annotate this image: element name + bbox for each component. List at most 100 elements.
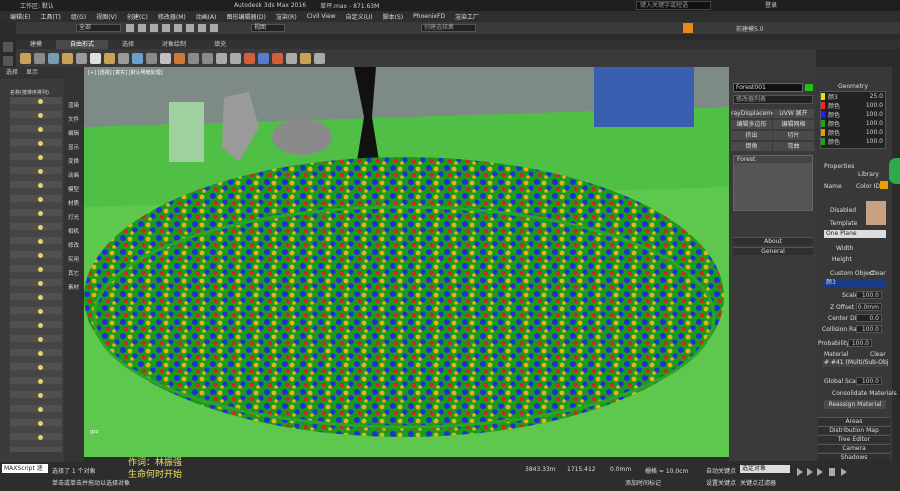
light-bulb-icon[interactable] xyxy=(38,99,43,104)
phoenix-icon[interactable] xyxy=(244,52,255,64)
torus-icon[interactable] xyxy=(104,52,115,64)
key-filters-button[interactable]: 关键点过滤器 xyxy=(740,478,776,487)
shape-icon[interactable] xyxy=(20,52,31,64)
menu-views[interactable]: 视图(V) xyxy=(96,12,117,21)
scale-field[interactable]: 100.0 xyxy=(856,291,882,299)
general-rollout[interactable]: General xyxy=(733,247,813,255)
key-selection-dropdown[interactable]: 选定对象 xyxy=(740,465,790,473)
geometry-row-value[interactable]: 100.0 xyxy=(866,129,883,136)
light-bulb-icon[interactable] xyxy=(38,127,43,132)
play-icon[interactable] xyxy=(216,52,227,64)
menu-modifiers[interactable]: 修改器(M) xyxy=(158,12,186,21)
menu-render-farm[interactable]: 渲染工厂 xyxy=(455,12,479,21)
light-icon[interactable] xyxy=(174,52,185,64)
cmd-other[interactable]: 其它 xyxy=(65,269,82,277)
maxscript-listener[interactable]: MAXScript 迷 xyxy=(2,464,48,473)
menu-edit[interactable]: 编辑(E) xyxy=(10,12,30,21)
selection-filter-dropdown[interactable]: 全部 xyxy=(76,24,121,32)
menu-tools[interactable]: 工具(T) xyxy=(40,12,60,21)
light-bulb-icon[interactable] xyxy=(38,267,43,272)
auto-key-button[interactable]: 自动关键点 xyxy=(706,466,736,475)
template-thumbnail[interactable] xyxy=(866,201,886,225)
areas-rollout[interactable]: Areas xyxy=(818,417,890,425)
light-bulb-icon[interactable] xyxy=(38,309,43,314)
stop-icon[interactable] xyxy=(230,52,241,64)
about-rollout[interactable]: About xyxy=(733,237,813,245)
material-clear-button[interactable]: Clear xyxy=(870,351,886,358)
geometry-row-name[interactable]: 颜3 xyxy=(828,92,838,101)
distribution-map-rollout[interactable]: Distribution Map xyxy=(818,426,890,434)
light-bulb-icon[interactable] xyxy=(38,351,43,356)
modifier-button-uvw[interactable]: UVW 展开 xyxy=(773,109,814,118)
cmd-animation[interactable]: 动画 xyxy=(65,171,82,179)
geometry-row-name[interactable]: 颜色 xyxy=(828,110,840,119)
sphere-icon[interactable] xyxy=(34,52,45,64)
playback-controls[interactable] xyxy=(795,466,895,486)
modifier-button-edit-poly[interactable]: 编辑多边形 xyxy=(731,120,772,129)
menu-create[interactable]: 创建(C) xyxy=(127,12,148,21)
cmd-display[interactable]: 显示 xyxy=(65,143,82,151)
modifier-button-edit-mesh[interactable]: 编辑网格 xyxy=(773,120,814,129)
geometry-list[interactable]: 颜3 25.0 颜色 100.0 颜色 100.0 颜色 100.0 颜色 100.0 颜… xyxy=(820,91,886,149)
custom-object-field[interactable]: 颜3 xyxy=(824,279,886,287)
coord-y-field[interactable]: 1715.412 xyxy=(567,466,596,473)
menu-graph-editors[interactable]: 图形编辑器(D) xyxy=(227,12,266,21)
cmd-light[interactable]: 灯光 xyxy=(65,213,82,221)
collision-field[interactable]: 100.0 xyxy=(856,325,882,333)
toolbar-icons[interactable] xyxy=(126,23,246,33)
modifier-button-bend[interactable]: 弯曲 xyxy=(773,142,814,151)
cone-icon[interactable] xyxy=(118,52,129,64)
scene-object-list[interactable] xyxy=(10,97,62,452)
light-bulb-icon[interactable] xyxy=(38,225,43,230)
menu-civil-view[interactable]: Civil View xyxy=(307,13,336,20)
teapot-icon[interactable] xyxy=(90,52,101,64)
viewport-perspective[interactable]: [+] [透视] [真实] [默认明暗处理] gsz xyxy=(84,67,729,457)
tab-selection[interactable]: 选择 xyxy=(108,40,148,49)
center-disp-field[interactable]: 0.0 xyxy=(856,314,882,322)
render-setup-icon[interactable] xyxy=(286,52,297,64)
light-bulb-icon[interactable] xyxy=(38,211,43,216)
light-bulb-icon[interactable] xyxy=(38,197,43,202)
light-bulb-icon[interactable] xyxy=(38,421,43,426)
light-bulb-icon[interactable] xyxy=(38,239,43,244)
disabled-radio[interactable]: Disabled xyxy=(830,207,856,214)
library-label[interactable]: Library xyxy=(858,171,879,178)
consolidate-checkbox[interactable]: Consolidate Materials xyxy=(832,390,897,397)
modifier-list-dropdown[interactable]: 修改器列表 xyxy=(733,95,813,104)
cmd-modify[interactable]: 修改 xyxy=(65,241,82,249)
coord-x-field[interactable]: 3843.33m xyxy=(525,466,556,473)
light-bulb-icon[interactable] xyxy=(38,323,43,328)
geosphere-icon[interactable] xyxy=(146,52,157,64)
render-icon[interactable] xyxy=(683,23,693,33)
zoffset-field[interactable]: 0.0mm xyxy=(856,303,882,311)
tab-freeform[interactable]: 自由形式 xyxy=(56,40,109,49)
menu-scripting[interactable]: 脚本(S) xyxy=(383,12,404,21)
geometry-row-value[interactable]: 100.0 xyxy=(866,120,883,127)
add-time-tag[interactable]: 添加时间标记 xyxy=(625,478,661,487)
light-bulb-icon[interactable] xyxy=(38,113,43,118)
light-bulb-icon[interactable] xyxy=(38,141,43,146)
probability-field[interactable]: 100.0 xyxy=(848,339,872,347)
camera-icon[interactable] xyxy=(188,52,199,64)
fire-icon[interactable] xyxy=(272,52,283,64)
login-link[interactable]: 登录 xyxy=(765,0,777,9)
shadows-rollout[interactable]: Shadows xyxy=(818,453,890,461)
light-bulb-icon[interactable] xyxy=(38,295,43,300)
color-id-swatch[interactable] xyxy=(880,181,888,189)
custom-object-radio[interactable]: Custom Object xyxy=(830,270,874,277)
modifier-button-raydisplacement[interactable]: rayDisplacementM xyxy=(731,109,787,118)
cmd-assets[interactable]: 素材 xyxy=(65,283,82,291)
material-field[interactable]: # #41 (Multi/Sub-Object) xyxy=(822,359,888,367)
material-editor-icon[interactable] xyxy=(300,52,311,64)
pyramid-icon[interactable] xyxy=(160,52,171,64)
light-bulb-icon[interactable] xyxy=(38,365,43,370)
reference-coord-dropdown[interactable]: 视图 xyxy=(251,24,285,32)
search-input[interactable]: 键入关键字或短语 xyxy=(636,1,711,10)
object-name-field[interactable]: Forest001 xyxy=(733,83,803,92)
light-bulb-icon[interactable] xyxy=(38,435,43,440)
tab-select[interactable]: 选择 xyxy=(6,67,18,79)
modifier-stack[interactable]: Forest xyxy=(733,155,813,211)
tree-editor-rollout[interactable]: Tree Editor xyxy=(818,435,890,443)
clear-button[interactable]: Clear xyxy=(870,270,886,277)
light-bulb-icon[interactable] xyxy=(38,253,43,258)
